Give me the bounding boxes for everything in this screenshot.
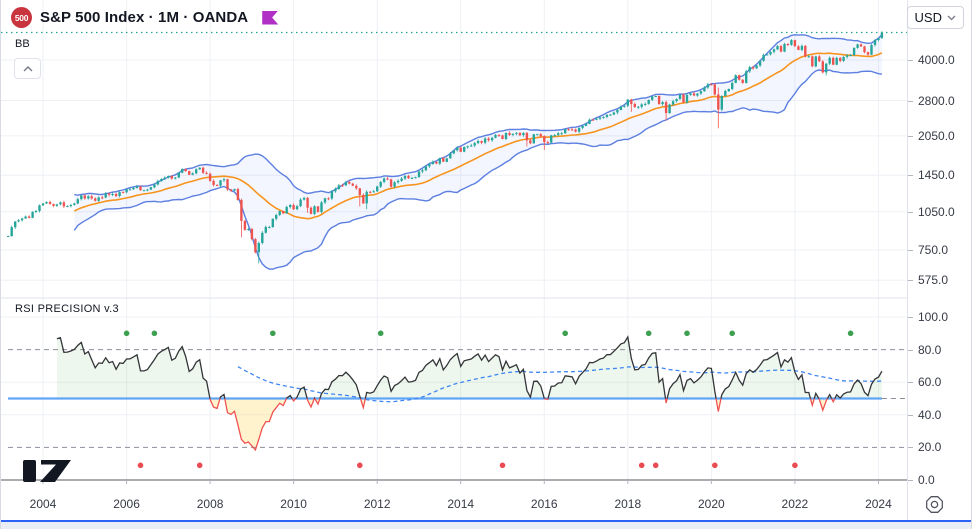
trading-chart-window: 500 S&P 500 Index · 1M · OANDA BB RSI PR… — [0, 0, 972, 529]
price-axis-tick — [908, 101, 913, 102]
candles — [7, 31, 884, 264]
rsi-axis-label: 80.0 — [918, 343, 942, 357]
rsi-buy-signal-dot — [151, 330, 158, 337]
indicator-label-bb[interactable]: BB — [15, 38, 30, 50]
rsi-axis-label: 60.0 — [918, 375, 942, 389]
price-axis-tick — [908, 317, 913, 318]
rsi-sell-signal-dot — [196, 462, 203, 469]
price-axis-tick — [908, 350, 913, 351]
rsi-axis-label: 100.0 — [918, 310, 949, 324]
bollinger-fill — [74, 34, 882, 270]
chevron-down-icon — [947, 15, 956, 20]
price-axis-tick — [908, 280, 913, 281]
symbol-header: 500 S&P 500 Index · 1M · OANDA — [11, 7, 279, 28]
rsi-fill-above — [56, 337, 882, 399]
flag-icon[interactable] — [262, 10, 279, 25]
rsi-sell-signal-dot — [499, 462, 506, 469]
time-axis-label: 2004 — [29, 497, 57, 511]
time-axis-label: 2020 — [698, 497, 725, 511]
time-axis-label: 2024 — [865, 497, 892, 511]
price-axis[interactable]: 4000.0 2800.0 2050.0 1450.0 1050.0 750.0 575.0… — [908, 0, 971, 520]
rsi-pane — [8, 330, 906, 469]
price-axis-label: 575.0 — [918, 273, 949, 287]
symbol-title[interactable]: S&P 500 Index · 1M · OANDA — [40, 9, 248, 26]
rsi-axis-label: 40.0 — [918, 408, 942, 422]
rsi-sell-signal-dot — [712, 462, 718, 469]
price-axis-label: 750.0 — [918, 243, 949, 257]
bollinger-bands — [73, 34, 883, 270]
rsi-buy-signal-dot — [684, 330, 690, 337]
rsi-buy-signal-dot — [377, 330, 384, 337]
time-axis-label: 2010 — [280, 497, 307, 511]
rsi-axis-label: 20.0 — [918, 440, 942, 454]
price-axis-label: 4000.0 — [918, 53, 955, 67]
price-axis-tick — [908, 480, 913, 481]
price-axis-label: 2800.0 — [918, 94, 955, 108]
rsi-sell-signal-dot — [792, 462, 798, 469]
settings-icon[interactable] — [925, 495, 944, 519]
rsi-buy-signal-dot — [270, 330, 276, 337]
chart-canvas[interactable] — [1, 0, 907, 520]
chevron-up-icon — [23, 65, 32, 71]
rsi-buy-signal-dot — [645, 330, 652, 337]
rsi-sell-signal-dot — [357, 462, 363, 469]
time-axis-label: 2006 — [113, 497, 140, 511]
price-axis-label: 2050.0 — [918, 129, 955, 143]
time-axis-label: 2008 — [196, 497, 224, 511]
rsi-sell-signal-dot — [137, 462, 144, 469]
time-axis-label: 2014 — [447, 497, 475, 511]
time-axis-label: 2022 — [781, 497, 809, 511]
rsi-axis-label: 0.0 — [918, 473, 935, 487]
time-axis-label: 2012 — [363, 497, 391, 511]
rsi-sell-signal-dot — [638, 462, 645, 469]
currency-selector[interactable]: USD — [906, 6, 964, 29]
tradingview-logo-icon — [23, 460, 71, 482]
rsi-sell-signal-dot — [652, 462, 659, 469]
indicator-label-rsi[interactable]: RSI PRECISION v.3 — [15, 303, 119, 315]
price-axis-tick — [908, 250, 913, 251]
price-axis-label: 1050.0 — [918, 205, 955, 219]
time-axis-label: 2018 — [614, 497, 642, 511]
currency-label: USD — [914, 10, 942, 25]
rsi-buy-signal-dot — [729, 330, 735, 337]
symbol-logo: 500 — [11, 7, 32, 28]
price-axis-tick — [908, 212, 913, 213]
price-axis-tick — [908, 60, 913, 61]
price-axis-label: 1450.0 — [918, 168, 955, 182]
price-axis-tick — [908, 415, 913, 416]
price-axis-tick — [908, 382, 913, 383]
bottom-scrollbar[interactable] — [1, 520, 971, 529]
rsi-buy-signal-dot — [847, 330, 854, 337]
settings-gear-icon — [926, 496, 943, 513]
price-axis-tick — [908, 175, 913, 176]
rsi-buy-signal-dot — [123, 330, 130, 337]
time-axis-label: 2016 — [530, 497, 558, 511]
time-axis[interactable]: 2004 2006 2008 2010 2012 2014 2016 2018 2020 2022… — [1, 481, 907, 520]
price-axis-tick — [908, 447, 913, 448]
tradingview-logo[interactable] — [21, 459, 77, 489]
rsi-buy-signal-dot — [562, 330, 568, 337]
price-axis-tick — [908, 136, 913, 137]
collapse-pane-button[interactable] — [14, 58, 41, 79]
